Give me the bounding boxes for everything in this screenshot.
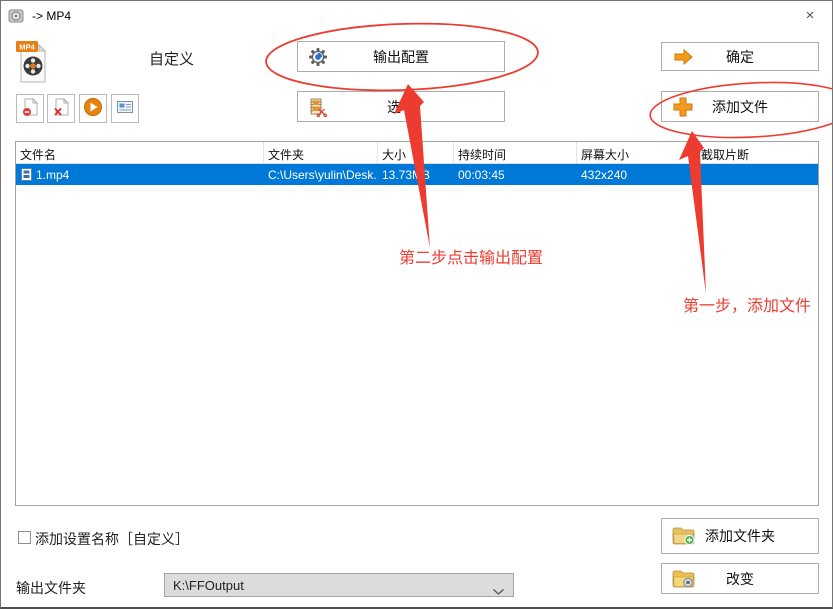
play-icon [83, 97, 103, 120]
gear-icon [308, 47, 328, 67]
clip-option-button[interactable]: 选项 [297, 91, 505, 122]
preset-label: 自定义 [149, 48, 194, 69]
output-config-label: 输出配置 [298, 47, 504, 67]
title-bar: -> MP4 × [1, 1, 832, 31]
chevron-down-icon [493, 583, 504, 598]
remove-file-button[interactable] [16, 94, 44, 123]
remove-file-icon [20, 97, 40, 120]
svg-text:MP4: MP4 [19, 43, 35, 52]
film-scissors-icon [308, 97, 328, 117]
clear-list-button[interactable] [47, 94, 75, 123]
clip-option-label: 选项 [298, 97, 504, 117]
arrow-right-icon [672, 47, 694, 67]
output-folder-label: 输出文件夹 [16, 578, 86, 598]
plus-icon [672, 96, 694, 118]
output-folder-select[interactable]: K:\FFOutput [164, 573, 514, 597]
table-row-selected[interactable]: 1.mp4 C:\Users\yulin\Desk... 13.73MB 00:… [16, 164, 818, 185]
cell-duration: 00:03:45 [454, 168, 577, 182]
play-button[interactable] [79, 94, 107, 123]
cell-screensize: 432x240 [577, 168, 697, 182]
file-table: 文件名 文件夹 大小 持续时间 屏幕大小 截取片断 1.mp4 C:\Users… [15, 141, 819, 506]
video-file-icon [20, 168, 33, 181]
column-header-folder[interactable]: 文件夹 [264, 142, 378, 163]
delete-file-icon [51, 97, 71, 120]
output-folder-value: K:\FFOutput [173, 578, 244, 593]
cell-size: 13.73MB [378, 168, 454, 182]
add-folder-button[interactable]: 添加文件夹 [661, 518, 819, 554]
add-file-button[interactable]: 添加文件 [661, 91, 819, 122]
ok-button[interactable]: 确定 [661, 42, 819, 71]
app-window: -> MP4 × MP4 自定义 [0, 0, 833, 609]
column-header-clip[interactable]: 截取片断 [697, 142, 818, 163]
column-header-duration[interactable]: 持续时间 [454, 142, 577, 163]
add-setting-name-label: 添加设置名称［自定义］ [35, 529, 189, 549]
properties-icon [115, 97, 135, 120]
properties-button[interactable] [111, 94, 139, 123]
output-config-button[interactable]: 输出配置 [297, 41, 505, 72]
add-setting-name-checkbox[interactable] [18, 531, 31, 544]
table-header: 文件名 文件夹 大小 持续时间 屏幕大小 截取片断 [16, 142, 818, 164]
app-icon [8, 8, 24, 24]
folder-plus-icon [672, 526, 696, 546]
change-folder-button[interactable]: 改变 [661, 563, 819, 594]
column-header-size[interactable]: 大小 [378, 142, 454, 163]
window-title: -> MP4 [32, 9, 71, 23]
mp4-file-type-icon: MP4 [16, 41, 50, 83]
close-button[interactable]: × [794, 4, 826, 28]
cell-folder: C:\Users\yulin\Desk... [264, 168, 378, 182]
folder-change-icon [672, 569, 696, 589]
column-header-filename[interactable]: 文件名 [16, 142, 264, 163]
column-header-screensize[interactable]: 屏幕大小 [577, 142, 697, 163]
cell-filename: 1.mp4 [36, 168, 69, 182]
